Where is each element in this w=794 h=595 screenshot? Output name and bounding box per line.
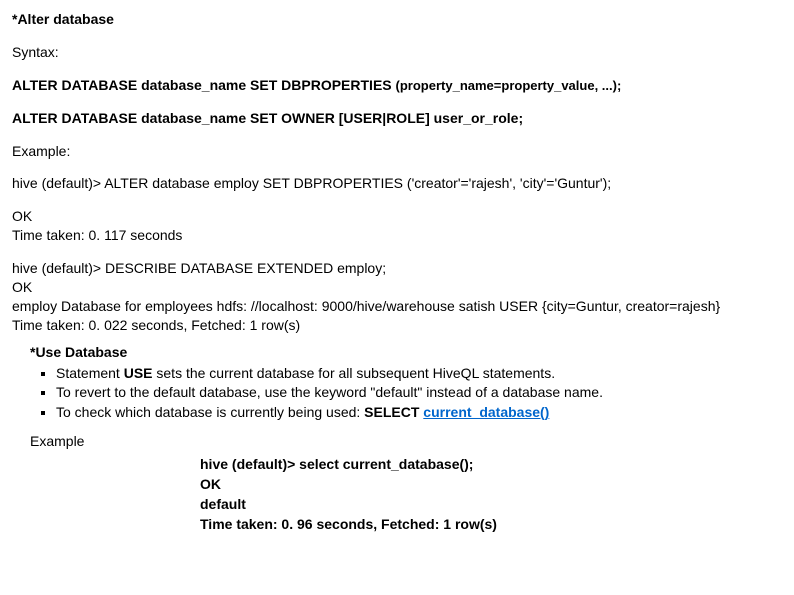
bullet-1-text-c: sets the current database for all subseq…: [153, 365, 556, 381]
syntax-line-1: ALTER DATABASE database_name SET DBPROPE…: [12, 76, 782, 95]
command-2: hive (default)> DESCRIBE DATABASE EXTEND…: [12, 259, 782, 278]
section-heading-alter-database: *Alter database: [12, 10, 782, 29]
bullet-1-text-a: Statement: [56, 365, 124, 381]
output-1-line-2: Time taken: 0. 117 seconds: [12, 226, 782, 245]
syntax-line-2: ALTER DATABASE database_name SET OWNER […: [12, 109, 782, 128]
bullet-list: Statement USE sets the current database …: [56, 364, 782, 423]
bullet-3-text-b: SELECT: [364, 404, 423, 420]
bullet-2: To revert to the default database, use t…: [56, 383, 782, 402]
example-2-line-4: Time taken: 0. 96 seconds, Fetched: 1 ro…: [200, 515, 782, 534]
command-2-block: hive (default)> DESCRIBE DATABASE EXTEND…: [12, 259, 782, 335]
output-1-line-1: OK: [12, 207, 782, 226]
output-1: OK Time taken: 0. 117 seconds: [12, 207, 782, 245]
current-database-link[interactable]: current_database(): [423, 404, 549, 420]
command-1: hive (default)> ALTER database employ SE…: [12, 174, 782, 193]
syntax-line-1b: (property_name=property_value, ...);: [396, 78, 622, 93]
bullet-1: Statement USE sets the current database …: [56, 364, 782, 383]
bullet-3: To check which database is currently bei…: [56, 403, 782, 422]
syntax-line-1a: ALTER DATABASE database_name SET DBPROPE…: [12, 77, 396, 93]
example-2-line-2: OK: [200, 475, 782, 494]
output-2-line-1: OK: [12, 278, 782, 297]
example-2-line-1: hive (default)> select current_database(…: [200, 455, 782, 474]
example-label-2: Example: [30, 432, 782, 451]
output-2-line-3: Time taken: 0. 022 seconds, Fetched: 1 r…: [12, 316, 782, 335]
section-heading-use-database: *Use Database: [30, 343, 782, 362]
example-2-line-3: default: [200, 495, 782, 514]
syntax-label: Syntax:: [12, 43, 782, 62]
bullet-3-text-a: To check which database is currently bei…: [56, 404, 364, 420]
bullet-1-text-b: USE: [124, 365, 153, 381]
output-2-line-2: employ Database for employees hdfs: //lo…: [12, 297, 782, 316]
example-2-output: hive (default)> select current_database(…: [200, 455, 782, 534]
example-label: Example:: [12, 142, 782, 161]
